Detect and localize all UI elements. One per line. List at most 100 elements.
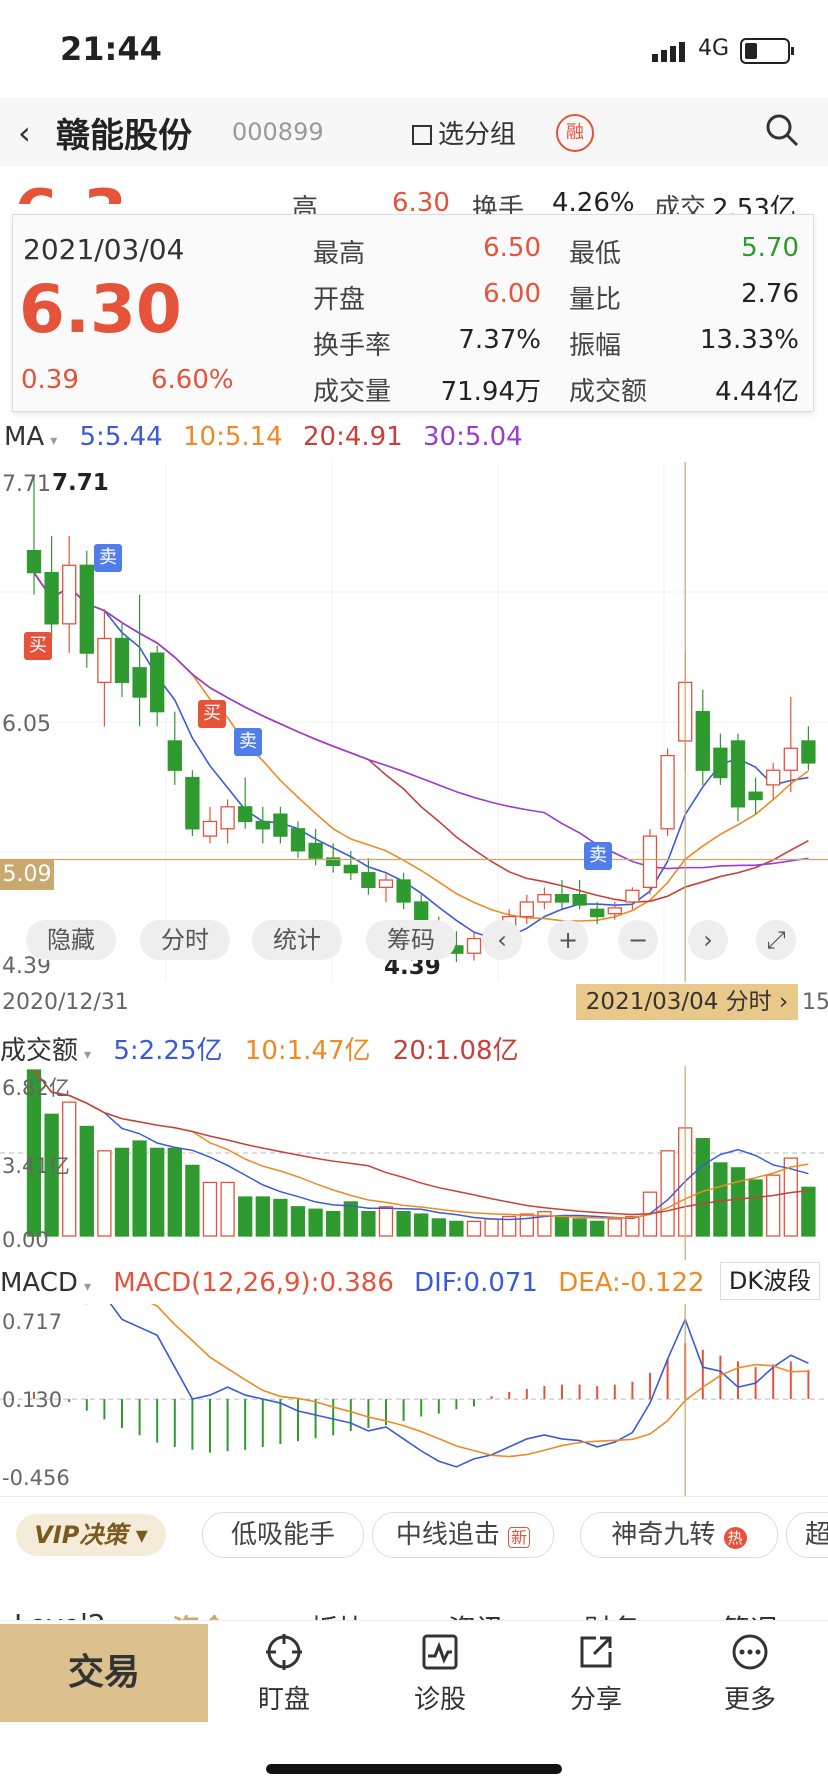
zoom-in-icon[interactable]: + xyxy=(548,920,588,960)
vip-decision-button[interactable]: VIP决策 ▾ xyxy=(16,1514,166,1556)
volume-legend[interactable]: 成交额 ▾ 5:2.25亿 10:1.47亿 20:1.08亿 xyxy=(0,1030,519,1067)
tooltip-turnover-label: 换手率 xyxy=(313,331,392,361)
tooltip-change-pct: 6.60% xyxy=(151,365,234,395)
sell-signal-marker[interactable]: 卖 xyxy=(234,728,262,756)
candle-body xyxy=(660,754,675,830)
tooltip-low-label: 最低 xyxy=(569,239,622,269)
chips-button[interactable]: 筹码 xyxy=(366,920,456,960)
macd-dif: DIF:0.071 xyxy=(414,1268,538,1298)
macd-dea: DEA:-0.122 xyxy=(558,1268,705,1298)
strategy-midline-chase-label: 中线追击 xyxy=(395,1520,500,1550)
sell-signal-marker[interactable]: 卖 xyxy=(584,842,612,870)
candle-body xyxy=(466,937,482,954)
watch-button[interactable]: 盯盘 xyxy=(234,1632,334,1716)
candle-body xyxy=(185,776,200,830)
search-icon[interactable] xyxy=(764,112,800,148)
candle-body xyxy=(625,889,640,903)
tooltip-change: 0.39 xyxy=(21,365,79,395)
ma30-value: 30:5.04 xyxy=(422,422,523,452)
strategy-more-partial[interactable]: 超 xyxy=(786,1512,828,1558)
status-time: 21:44 xyxy=(60,30,162,68)
stats-button[interactable]: 统计 xyxy=(252,920,342,960)
back-icon[interactable]: ‹ xyxy=(18,114,31,152)
candle-body xyxy=(202,820,218,837)
volume-bar xyxy=(466,1220,482,1237)
candle-body xyxy=(290,828,306,852)
candle-body xyxy=(766,769,781,786)
candle-body xyxy=(572,894,587,906)
more-dots-icon xyxy=(732,1634,768,1670)
volume-label: 成交额 xyxy=(0,1036,79,1066)
volume-ma10: 10:1.47亿 xyxy=(244,1036,371,1066)
current-price-fragment: 6.30 xyxy=(14,182,124,204)
candle-body xyxy=(343,864,358,874)
share-button[interactable]: 分享 xyxy=(546,1632,646,1716)
kline-chart[interactable] xyxy=(0,462,828,982)
candle-body xyxy=(554,894,570,903)
check-box-icon xyxy=(412,125,432,145)
volume-bar xyxy=(484,1218,499,1237)
zoom-out-icon[interactable]: − xyxy=(618,920,658,960)
candle-body xyxy=(26,550,42,574)
volume-bar xyxy=(326,1211,341,1237)
candle-body xyxy=(167,740,182,771)
candle-body xyxy=(378,879,394,888)
scroll-right-icon[interactable]: › xyxy=(688,920,728,960)
candle-body xyxy=(748,791,763,801)
strategy-low-buy[interactable]: 低吸能手 xyxy=(202,1512,364,1558)
volume-bar xyxy=(713,1162,728,1237)
candle-body xyxy=(150,652,165,713)
tooltip-volume: 71.94万 xyxy=(440,377,541,407)
macd-legend[interactable]: MACD ▾ MACD(12,26,9):0.386 DIF:0.071 DEA:… xyxy=(0,1268,705,1298)
macd-dropdown-icon: ▾ xyxy=(83,1279,91,1295)
volume-bar xyxy=(431,1218,446,1237)
watch-label: 盯盘 xyxy=(257,1685,310,1715)
ma-legend[interactable]: MA ▾ 5:5.44 10:5.14 20:4.91 30:5.04 xyxy=(0,422,523,452)
selected-date-timeshare-button[interactable]: 2021/03/04 分时 › xyxy=(576,984,798,1020)
sell-signal-marker[interactable]: 卖 xyxy=(94,544,122,572)
buy-signal-marker[interactable]: 买 xyxy=(24,632,52,660)
scroll-left-icon[interactable]: ‹ xyxy=(482,920,522,960)
hot-badge: 热 xyxy=(723,1527,747,1549)
hide-button[interactable]: 隐藏 xyxy=(26,920,116,960)
macd-label: MACD xyxy=(0,1268,78,1298)
candle-body xyxy=(607,907,622,915)
volume-chart[interactable] xyxy=(0,1066,828,1260)
stock-code: 000899 xyxy=(232,118,324,146)
tooltip-amount-label: 成交额 xyxy=(569,377,648,407)
volume-bar xyxy=(449,1220,464,1237)
candle-body xyxy=(44,571,59,625)
volume-bar xyxy=(590,1220,605,1237)
ma10-line xyxy=(33,572,809,922)
candle-body xyxy=(238,806,253,823)
volume-dropdown-icon: ▾ xyxy=(84,1047,92,1063)
battery-icon xyxy=(740,38,794,64)
volume-bar xyxy=(202,1181,218,1237)
trade-button[interactable]: 交易 xyxy=(0,1624,208,1722)
select-group-button[interactable]: 选分组 xyxy=(412,114,516,151)
date-axis-end: 15 xyxy=(802,990,828,1015)
timeshare-button[interactable]: 分时 xyxy=(140,920,230,960)
volume-bar xyxy=(607,1218,622,1237)
more-button[interactable]: 更多 xyxy=(700,1632,800,1716)
macd-chart[interactable] xyxy=(0,1304,828,1496)
diagnose-button[interactable]: 诊股 xyxy=(390,1632,490,1716)
fullscreen-icon[interactable]: ⤢ xyxy=(756,920,796,960)
current-price-partial: 6.30 xyxy=(14,182,124,204)
tooltip-vol-ratio-label: 量比 xyxy=(569,285,622,315)
candle-body xyxy=(273,813,288,837)
buy-signal-marker[interactable]: 买 xyxy=(198,700,226,728)
strategy-magic-nine[interactable]: 神奇九转 热 xyxy=(580,1512,778,1558)
strategy-midline-chase[interactable]: 中线追击 新 xyxy=(372,1512,554,1558)
dk-band-button[interactable]: DK波段 xyxy=(720,1262,820,1300)
candle-body xyxy=(801,740,816,764)
volume-bar xyxy=(625,1215,640,1237)
selected-date-label: 2021/03/04 分时 xyxy=(585,989,772,1015)
volume-bar xyxy=(554,1215,570,1237)
margin-trading-badge[interactable]: 融 xyxy=(556,114,594,152)
volume-bar xyxy=(695,1137,710,1237)
volume-bar xyxy=(748,1179,763,1237)
date-axis-start: 2020/12/31 xyxy=(2,990,129,1015)
volume-axis-mid: 3.41亿 xyxy=(2,1154,70,1178)
candle-body xyxy=(519,901,534,918)
